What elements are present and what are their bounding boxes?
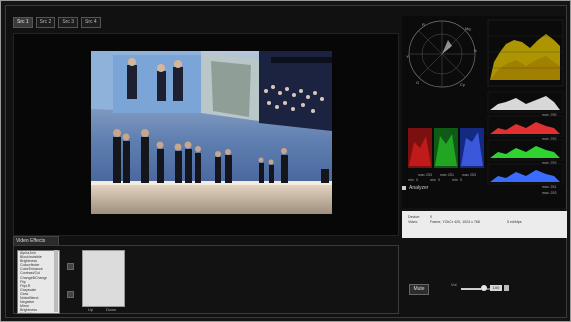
volume-spin-button[interactable] (504, 285, 509, 291)
vector-label-1: Mg (465, 26, 471, 31)
vectorscope: R Mg B Cy G Yl (406, 20, 477, 88)
tab-src-1[interactable]: Src 1 (13, 17, 33, 28)
tab-src-4[interactable]: Src 4 (81, 17, 101, 28)
tab-src-2[interactable]: Src 2 (35, 17, 56, 28)
analyzer-label: Analyzer (409, 185, 429, 191)
stats-max-5: 253 (470, 173, 476, 177)
source-tabs: Src 1 Src 2 Src 3 Src 4 (13, 17, 101, 29)
down-button[interactable]: Down (106, 307, 116, 312)
stats-max-1: 253 (426, 173, 432, 177)
volume-slider-thumb[interactable] (481, 285, 487, 291)
video-value: Frame, YCbCr 420, 1024 x 768 (430, 220, 480, 224)
histograms: max: 255 max: 252 max: 253 max: 251 max:… (487, 91, 564, 195)
stats-max-0: max (418, 173, 425, 177)
hist-max-3: max: 251 (542, 185, 556, 189)
rate-value: 5 ed/kfps (507, 220, 522, 224)
volume-fill (461, 288, 482, 290)
video-label: Video: (408, 220, 419, 224)
hist-max-4: max: 253 (542, 191, 556, 195)
source-info-box: Device: 0 Video: Frame, YCbCr 420, 1024 … (402, 211, 567, 238)
stats-min-1: 0 (416, 178, 418, 182)
up-button[interactable]: Up (88, 307, 93, 312)
video-frame (91, 51, 332, 214)
stats-max-2: max (440, 173, 447, 177)
vector-label-0: R (422, 22, 425, 27)
effects-scrollbar[interactable] (54, 250, 58, 312)
vector-label-3: Cy (460, 82, 465, 87)
tab-src-3[interactable]: Src 3 (58, 17, 79, 28)
analyzer-checkbox[interactable] (402, 185, 406, 190)
stats-min-3: 0 (438, 178, 440, 182)
stage-image (91, 51, 332, 214)
stats-min-2: min (430, 178, 436, 182)
video-effects-panel (13, 245, 399, 314)
vector-label-5: Yl (406, 54, 410, 59)
remove-effect-button[interactable] (67, 291, 74, 298)
scopes-panel: R Mg B Cy G Yl max 253 max 251 max 253 m… (402, 16, 565, 208)
add-effect-button[interactable] (67, 263, 74, 270)
stats-min-4: min (452, 178, 458, 182)
mute-button[interactable]: Mute (409, 284, 429, 295)
rgb-parade (407, 120, 485, 170)
stats-min-5: 0 (460, 178, 462, 182)
effect-list-item[interactable]: NightVision (18, 312, 59, 313)
vector-label-2: B (474, 48, 477, 53)
vector-label-4: G (416, 80, 419, 85)
active-effects-slot[interactable] (82, 250, 125, 307)
volume-label: Vol (451, 282, 457, 287)
stats-max-4: max (462, 173, 469, 177)
scopes-graphic: R Mg B Cy G Yl max 253 max 251 max 253 m… (406, 19, 564, 195)
waveform (487, 19, 564, 87)
analyzer-toggle[interactable]: Analyzer (402, 185, 428, 191)
volume-value[interactable]: 100 (490, 285, 502, 291)
stats-max-3: 251 (448, 173, 454, 177)
stats-min-0: min (408, 178, 414, 182)
